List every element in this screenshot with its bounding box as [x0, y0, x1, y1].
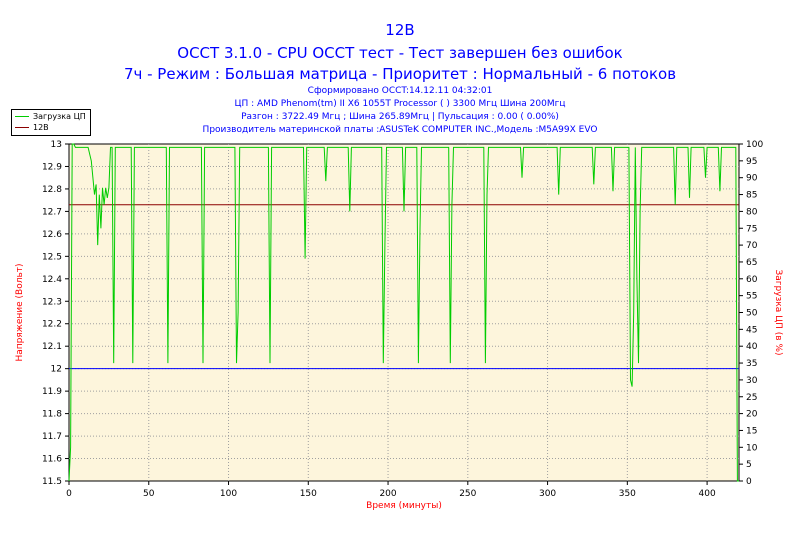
x-tick-label: 400 — [699, 489, 716, 499]
y-right-tick-label: 5 — [746, 460, 752, 470]
x-tick-label: 250 — [459, 489, 476, 499]
x-tick-label: 50 — [143, 489, 155, 499]
y-right-tick-label: 50 — [746, 309, 758, 319]
y-right-tick-label: 70 — [746, 241, 758, 251]
y-left-tick-label: 12.8 — [42, 185, 62, 195]
y-axis-left-label: Напряжение (Вольт) — [15, 263, 25, 361]
y-right-tick-label: 80 — [746, 207, 758, 217]
y-right-tick-label: 55 — [746, 292, 757, 302]
y-left-tick-label: 13 — [51, 140, 62, 150]
x-tick-label: 200 — [379, 489, 396, 499]
y-right-tick-label: 95 — [746, 157, 757, 167]
y-right-tick-label: 15 — [746, 426, 757, 436]
y-left-tick-label: 12 — [51, 365, 62, 375]
y-left-tick-label: 11.5 — [42, 477, 62, 487]
y-right-tick-label: 60 — [746, 275, 758, 285]
x-tick-label: 150 — [300, 489, 317, 499]
y-right-tick-label: 20 — [746, 410, 758, 420]
x-tick-label: 100 — [220, 489, 237, 499]
y-right-tick-label: 75 — [746, 224, 757, 234]
y-right-tick-label: 35 — [746, 359, 757, 369]
y-left-tick-label: 11.6 — [42, 455, 62, 465]
y-left-tick-label: 12.2 — [42, 320, 62, 330]
x-tick-label: 300 — [539, 489, 556, 499]
y-right-tick-label: 0 — [746, 477, 752, 487]
y-right-tick-label: 100 — [746, 140, 763, 150]
y-right-tick-label: 45 — [746, 325, 757, 335]
y-right-tick-label: 65 — [746, 258, 757, 268]
y-right-tick-label: 90 — [746, 174, 758, 184]
x-tick-label: 350 — [619, 489, 636, 499]
y-left-tick-label: 12.3 — [42, 297, 62, 307]
y-right-tick-label: 25 — [746, 393, 757, 403]
x-tick-label: 0 — [66, 489, 72, 499]
y-left-tick-label: 12.9 — [42, 162, 62, 172]
y-left-tick-label: 12.5 — [42, 252, 62, 262]
y-right-tick-label: 85 — [746, 191, 757, 201]
y-right-tick-label: 10 — [746, 443, 758, 453]
chart-svg: 11.5 11.6 11.7 11.8 11.9 12 12.1 12.2 12.3 12.4 12… — [15, 140, 783, 511]
y-left-tick-label: 12.4 — [42, 275, 62, 285]
y-left-tick-label: 11.7 — [42, 432, 62, 442]
y-right-tick-label: 30 — [746, 376, 758, 386]
y-right-tick-label: 40 — [746, 342, 758, 352]
y-left-tick-label: 12.7 — [42, 207, 62, 217]
y-axis-right-label: Загрузка ЦП (в %) — [773, 269, 783, 355]
x-axis-label: Время (минуты) — [366, 501, 442, 511]
y-left-tick-label: 12.1 — [42, 342, 62, 352]
y-left-tick-label: 11.9 — [42, 387, 62, 397]
y-left-tick-label: 12.6 — [42, 230, 62, 240]
y-left-tick-label: 11.8 — [42, 410, 62, 420]
